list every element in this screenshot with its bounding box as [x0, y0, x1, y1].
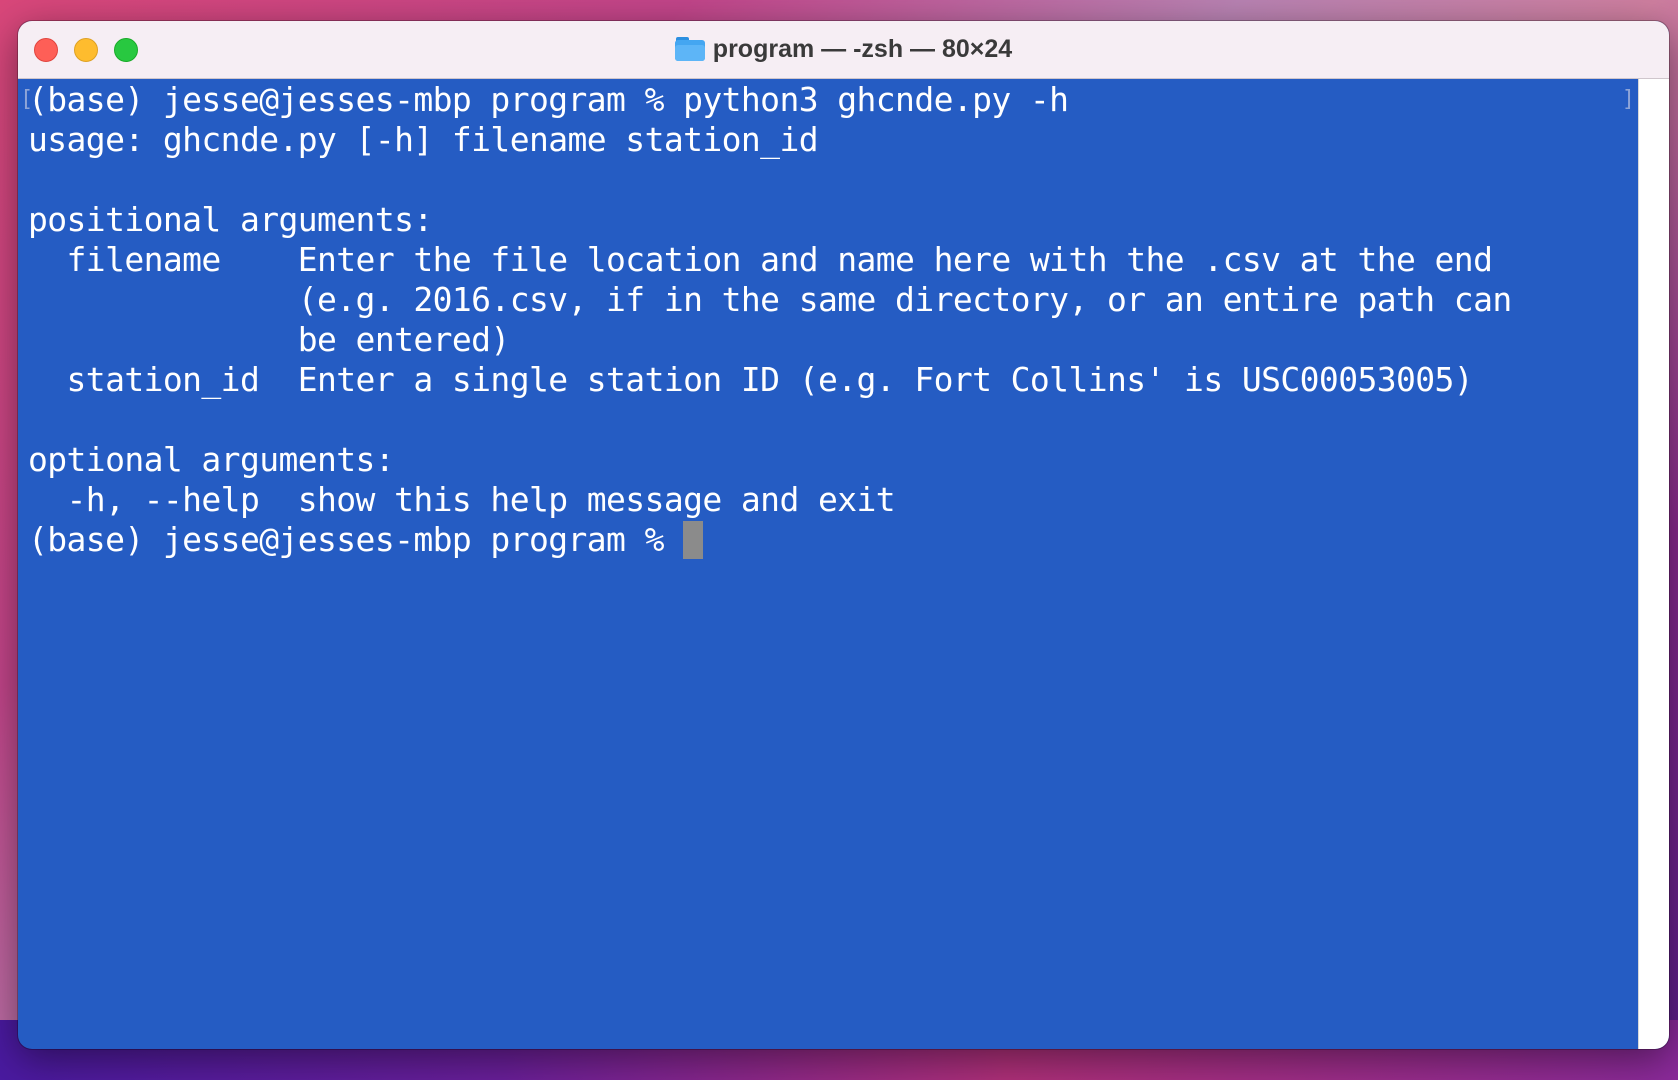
- text-cursor: [683, 521, 704, 559]
- title-bar[interactable]: program — -zsh — 80×24: [18, 21, 1669, 79]
- terminal-line: -h, --help show this help message and ex…: [28, 480, 896, 519]
- folder-icon: [674, 36, 705, 61]
- terminal-line: optional arguments:: [28, 440, 395, 479]
- terminal-line: be entered): [28, 320, 511, 359]
- terminal-window: program — -zsh — 80×24 [ ] (base) jesse@…: [18, 21, 1669, 1049]
- terminal-line: positional arguments:: [28, 200, 433, 239]
- prompt-line[interactable]: (base) jesse@jesses-mbp program %: [28, 520, 1639, 560]
- window-title-text: program — -zsh — 80×24: [712, 35, 1013, 63]
- terminal-line: filename Enter the file location and nam…: [28, 240, 1493, 279]
- terminal-line: (e.g. 2016.csv, if in the same directory…: [28, 280, 1512, 319]
- shell-prompt: (base) jesse@jesses-mbp program %: [28, 520, 684, 559]
- window-title: program — -zsh — 80×24: [18, 34, 1669, 64]
- terminal-line: usage: ghcnde.py [-h] filename station_i…: [28, 120, 819, 159]
- terminal-output[interactable]: (base) jesse@jesses-mbp program % python…: [18, 79, 1639, 1049]
- terminal-line: (base) jesse@jesses-mbp program % python…: [28, 80, 1069, 119]
- terminal-line: station_id Enter a single station ID (e.…: [28, 360, 1474, 399]
- scrollbar[interactable]: [1638, 79, 1669, 1049]
